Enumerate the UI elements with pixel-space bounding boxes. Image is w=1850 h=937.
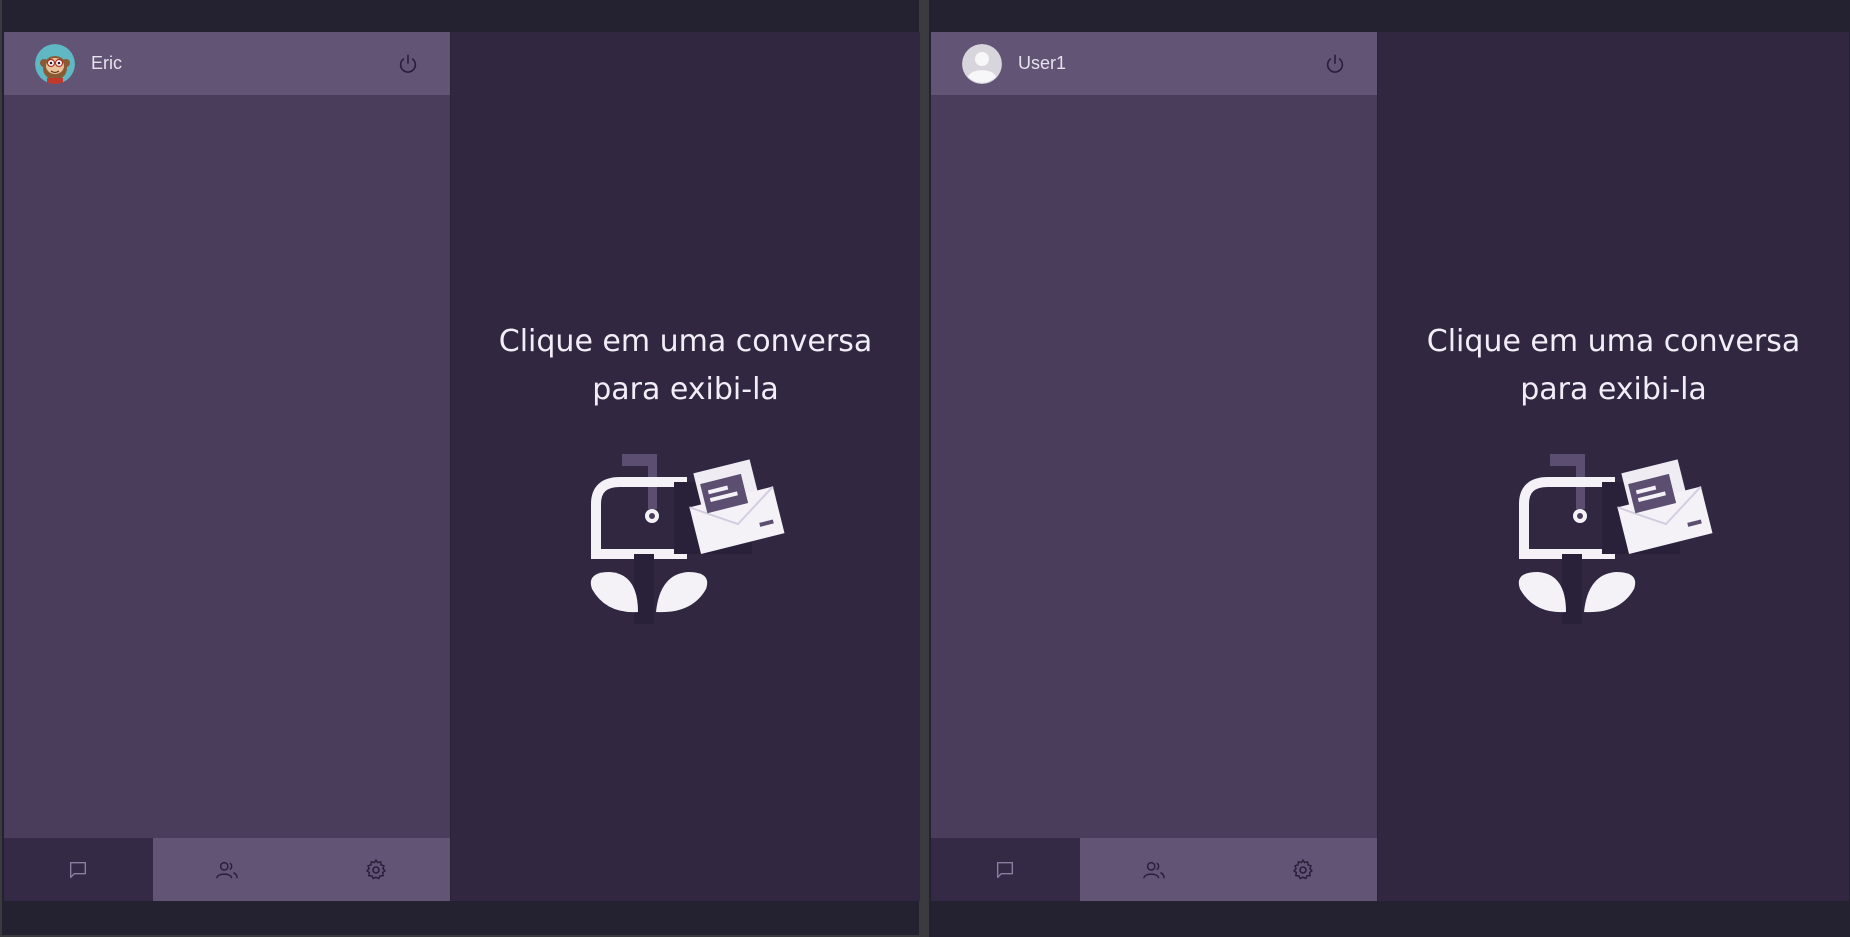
logout-button[interactable]	[1321, 50, 1349, 78]
conversation-list	[931, 95, 1377, 838]
chat-app: Eric Clique em uma conversa para exibi-l…	[4, 32, 920, 901]
mailbox-icon	[1518, 454, 1712, 624]
nav-chats[interactable]	[4, 838, 153, 901]
browser-window-left: Eric Clique em uma conversa para exibi-l…	[0, 0, 921, 937]
sidebar: User1	[931, 32, 1378, 901]
username: Eric	[91, 53, 122, 73]
placeholder-text: Clique em uma conversa para exibi-la	[476, 318, 896, 414]
chat-icon	[70, 861, 87, 878]
placeholder-line-2: para exibi-la	[1520, 372, 1707, 407]
placeholder-line-1: Clique em uma conversa	[498, 324, 873, 359]
chat-app: User1 Clique em uma conversa para exibi-…	[931, 32, 1849, 901]
logout-button[interactable]	[394, 50, 422, 78]
users-icon	[1143, 861, 1165, 878]
browser-window-right: User1 Clique em uma conversa para exibi-…	[927, 0, 1850, 937]
placeholder-line-1: Clique em uma conversa	[1426, 324, 1801, 359]
nav-contacts[interactable]	[1080, 838, 1229, 901]
nav-contacts[interactable]	[153, 838, 302, 901]
nav-chats[interactable]	[931, 838, 1080, 901]
chat-icon	[997, 861, 1014, 878]
power-icon	[399, 53, 417, 73]
conversation-list	[4, 95, 450, 838]
nav-settings[interactable]	[1228, 838, 1377, 901]
placeholder-text: Clique em uma conversa para exibi-la	[1404, 318, 1824, 414]
user-avatar[interactable]	[35, 43, 75, 84]
bottom-nav	[4, 838, 450, 901]
username: User1	[1018, 53, 1067, 73]
gear-icon	[1292, 858, 1313, 879]
conversation-placeholder: Clique em uma conversa para exibi-la	[451, 32, 920, 901]
conversation-placeholder: Clique em uma conversa para exibi-la	[1378, 32, 1849, 901]
nav-settings[interactable]	[301, 838, 450, 901]
user-avatar[interactable]	[962, 43, 1002, 84]
sidebar-header: User1	[931, 32, 1377, 95]
monkey-avatar-icon	[35, 43, 75, 84]
gear-icon	[365, 858, 386, 879]
power-icon	[1326, 53, 1344, 73]
bottom-nav	[931, 838, 1377, 901]
placeholder-line-2: para exibi-la	[592, 372, 779, 407]
users-icon	[216, 861, 238, 878]
sidebar-header: Eric	[4, 32, 450, 95]
default-user-avatar-icon	[962, 43, 1002, 84]
sidebar: Eric	[4, 32, 451, 901]
mailbox-icon	[590, 454, 784, 624]
